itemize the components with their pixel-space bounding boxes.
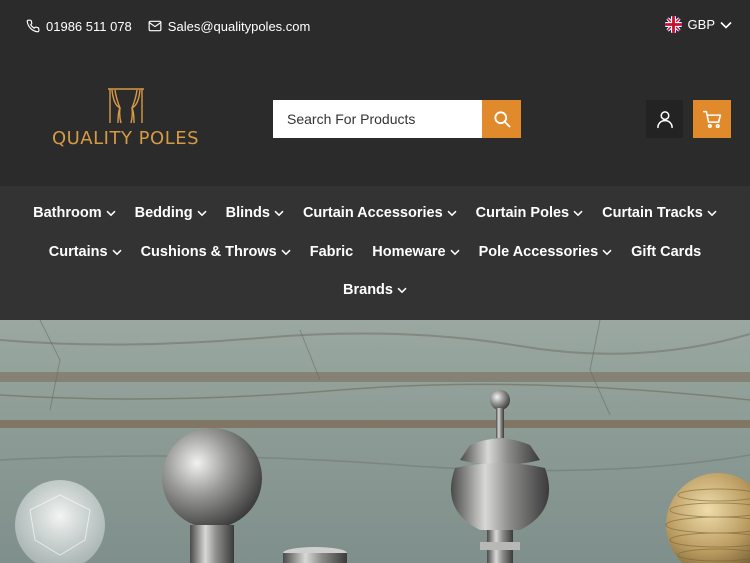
nav-item-label: Curtain Accessories — [302, 205, 443, 221]
chevron-down-icon — [602, 249, 612, 255]
email-address: Sales@qualitypoles.com — [167, 18, 311, 34]
nav-item-label: Cushions & Throws — [140, 244, 277, 260]
chevron-down-icon — [450, 249, 460, 255]
chevron-down-icon — [274, 210, 284, 216]
nav-item-label: Blinds — [225, 205, 270, 221]
mail-icon — [148, 20, 162, 32]
nav-row: Curtains Cushions & Throws Fabric Homewa… — [0, 244, 750, 260]
phone-icon — [26, 19, 40, 33]
nav-item-homeware[interactable]: Homeware — [372, 244, 460, 260]
nav-item-brands[interactable]: Brands — [343, 282, 407, 298]
cart-icon — [702, 110, 721, 128]
nav-item-pole-accessories[interactable]: Pole Accessories — [479, 244, 613, 260]
nav-item-label: Curtains — [48, 244, 108, 260]
chevron-down-icon — [397, 287, 407, 293]
chevron-down-icon — [707, 210, 717, 216]
user-icon — [656, 111, 673, 129]
nav-item-cushions-throws[interactable]: Cushions & Throws — [141, 244, 291, 260]
phone-contact[interactable]: 01986 511 078 — [26, 19, 132, 34]
nav-item-curtain-poles[interactable]: Curtain Poles — [476, 205, 583, 221]
nav-item-label: Brands — [343, 282, 393, 298]
nav-item-label: Homeware — [372, 244, 446, 260]
uk-flag-icon — [664, 16, 682, 33]
site-header: QUALITY POLES — [0, 52, 750, 186]
search-icon — [493, 111, 510, 128]
chevron-down-icon — [720, 21, 732, 29]
nav-item-fabric[interactable]: Fabric — [310, 244, 354, 260]
logo-text: QUALITY POLES — [51, 128, 200, 149]
cart-button[interactable] — [693, 100, 731, 138]
currency-selector[interactable]: GBP — [664, 16, 732, 33]
search-input[interactable] — [273, 100, 482, 138]
main-navigation: Bathroom Bedding Blinds Curtain Accessor… — [0, 186, 750, 320]
chevron-down-icon — [281, 249, 291, 255]
email-contact[interactable]: Sales@qualitypoles.com — [148, 18, 311, 34]
nav-item-bathroom[interactable]: Bathroom — [33, 205, 116, 221]
chevron-down-icon — [112, 249, 122, 255]
chevron-down-icon — [106, 210, 116, 216]
currency-label: GBP — [687, 17, 715, 32]
curtain-logo-icon — [107, 88, 144, 124]
chevron-down-icon — [573, 210, 583, 216]
nav-item-label: Pole Accessories — [478, 244, 599, 260]
curtain-finials-photo — [0, 320, 750, 563]
search-button[interactable] — [482, 100, 521, 138]
nav-item-curtain-accessories[interactable]: Curtain Accessories — [303, 205, 457, 221]
nav-row: Bathroom Bedding Blinds Curtain Accessor… — [0, 205, 750, 221]
nav-item-label: Gift Cards — [631, 244, 702, 260]
nav-item-label: Fabric — [309, 244, 354, 260]
nav-item-label: Curtain Tracks — [602, 205, 703, 221]
search-bar — [273, 100, 521, 138]
nav-item-curtains[interactable]: Curtains — [49, 244, 122, 260]
nav-item-label: Curtain Poles — [475, 205, 570, 221]
nav-item-label: Bathroom — [33, 205, 102, 221]
nav-item-blinds[interactable]: Blinds — [226, 205, 284, 221]
phone-number: 01986 511 078 — [46, 18, 132, 34]
chevron-down-icon — [197, 210, 207, 216]
logo[interactable]: QUALITY POLES — [48, 86, 203, 152]
hero-banner-image[interactable] — [0, 320, 750, 563]
nav-item-label: Bedding — [134, 205, 193, 221]
nav-item-gift-cards[interactable]: Gift Cards — [631, 244, 701, 260]
nav-item-curtain-tracks[interactable]: Curtain Tracks — [602, 205, 717, 221]
nav-item-bedding[interactable]: Bedding — [135, 205, 207, 221]
chevron-down-icon — [447, 210, 457, 216]
nav-row: Brands — [0, 282, 750, 298]
account-button[interactable] — [646, 100, 683, 138]
top-bar: 01986 511 078 Sales@qualitypoles.com GBP — [0, 0, 750, 52]
